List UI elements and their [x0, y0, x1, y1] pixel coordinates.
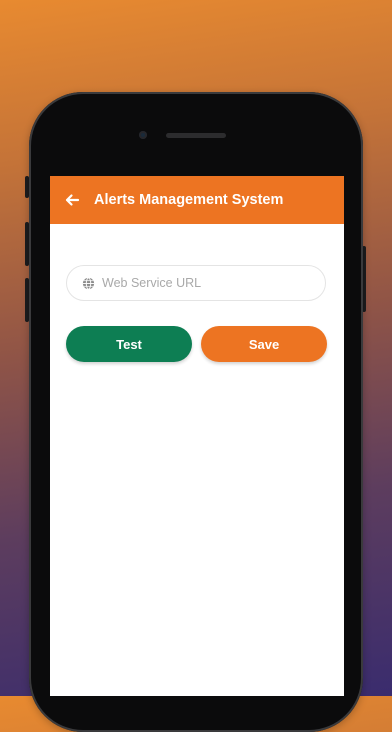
- arrow-left-icon[interactable]: [64, 192, 80, 208]
- test-button[interactable]: Test: [66, 326, 192, 362]
- app-bar: Alerts Management System: [50, 176, 344, 224]
- web-service-url-input[interactable]: [102, 266, 317, 300]
- earpiece-speaker: [166, 133, 226, 138]
- web-service-url-field[interactable]: [66, 265, 326, 301]
- front-camera: [139, 131, 147, 139]
- globe-icon: [82, 277, 95, 290]
- page-title: Alerts Management System: [94, 192, 284, 208]
- app-screen: Alerts Management System Test Save: [50, 176, 344, 696]
- save-button[interactable]: Save: [201, 326, 327, 362]
